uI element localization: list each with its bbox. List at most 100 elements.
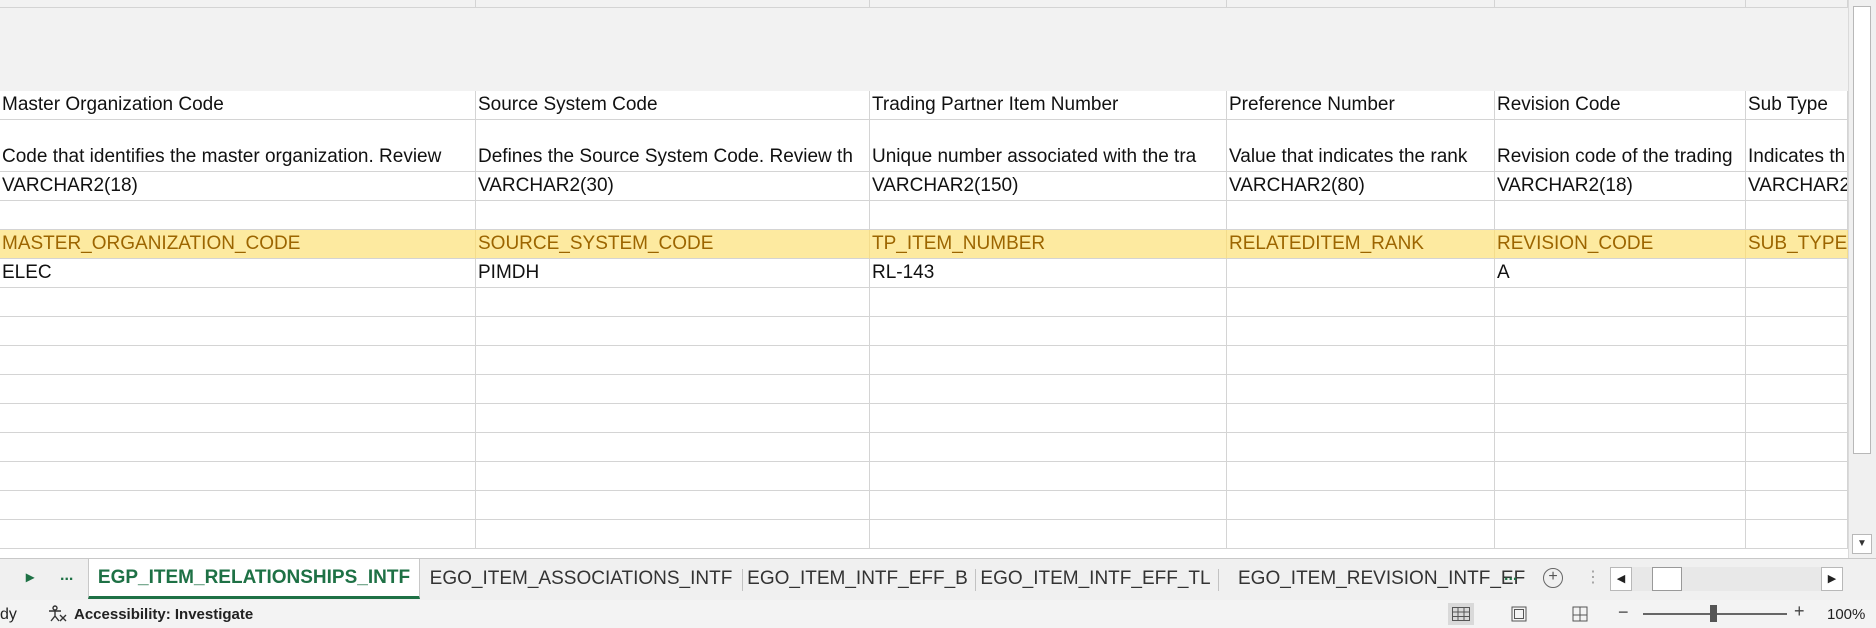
column-name-cell[interactable]: MASTER_ORGANIZATION_CODE — [0, 230, 476, 259]
grid-cell[interactable] — [1227, 0, 1495, 8]
header-cell[interactable]: Revision Code — [1495, 91, 1746, 120]
grid-cell[interactable] — [1227, 288, 1495, 317]
description-cell[interactable]: Unique number associated with the tra — [870, 120, 1227, 172]
header-cell[interactable]: Master Organization Code — [0, 91, 476, 120]
grid-cell[interactable] — [0, 346, 476, 375]
grid-cell[interactable] — [1746, 288, 1848, 317]
description-cell[interactable]: Defines the Source System Code. Review t… — [476, 120, 870, 172]
data-type-cell[interactable]: VARCHAR2(80) — [1227, 172, 1495, 201]
grid-cell[interactable] — [0, 433, 476, 462]
normal-view-icon[interactable] — [1448, 603, 1474, 625]
grid-cell[interactable] — [1495, 201, 1746, 230]
grid-cell[interactable] — [870, 491, 1227, 520]
grid-cell[interactable] — [476, 288, 870, 317]
scroll-right-icon[interactable]: ▶ — [1821, 567, 1843, 591]
grid-cell[interactable] — [870, 462, 1227, 491]
data-cell[interactable]: A — [1495, 259, 1746, 288]
grid-cell[interactable] — [1495, 433, 1746, 462]
zoom-in-icon[interactable]: + — [1794, 601, 1805, 622]
column-name-cell[interactable]: SOURCE_SYSTEM_CODE — [476, 230, 870, 259]
data-cell[interactable]: RL-143 — [870, 259, 1227, 288]
data-type-cell[interactable]: VARCHAR2(30) — [476, 172, 870, 201]
grid-cell[interactable] — [476, 433, 870, 462]
grid-cell[interactable] — [476, 317, 870, 346]
description-cell[interactable]: Value that indicates the rank — [1227, 120, 1495, 172]
grid-cell[interactable] — [1495, 491, 1746, 520]
grid-cell[interactable] — [1746, 0, 1848, 8]
scroll-left-icon[interactable]: ◀ — [1610, 567, 1632, 591]
grid-cell[interactable] — [870, 520, 1227, 549]
grid-cell[interactable] — [476, 375, 870, 404]
grid-cell[interactable] — [1227, 491, 1495, 520]
grid-cell[interactable] — [0, 0, 476, 8]
grid-cell[interactable] — [0, 491, 476, 520]
data-type-cell[interactable]: VARCHAR2(150) — [870, 172, 1227, 201]
header-cell[interactable]: Trading Partner Item Number — [870, 91, 1227, 120]
more-sheets-right-button[interactable]: ... — [1504, 567, 1517, 585]
grid-cell[interactable] — [1746, 462, 1848, 491]
grid-cell[interactable] — [870, 404, 1227, 433]
grid-cell[interactable] — [1746, 375, 1848, 404]
grid-cell[interactable] — [476, 0, 870, 8]
spreadsheet-grid[interactable]: Master Organization Code Source System C… — [0, 0, 1848, 558]
grid-cell[interactable] — [870, 346, 1227, 375]
column-name-cell[interactable]: SUB_TYPE — [1746, 230, 1848, 259]
data-cell[interactable] — [1746, 259, 1848, 288]
grid-cell[interactable] — [476, 491, 870, 520]
grid-cell[interactable] — [1227, 433, 1495, 462]
grid-cell[interactable] — [1227, 404, 1495, 433]
grid-cell[interactable] — [0, 288, 476, 317]
grid-cell[interactable] — [0, 520, 476, 549]
page-layout-view-icon[interactable] — [1506, 603, 1532, 625]
column-name-cell[interactable]: TP_ITEM_NUMBER — [870, 230, 1227, 259]
zoom-out-icon[interactable]: − — [1618, 602, 1629, 623]
header-cell[interactable]: Source System Code — [476, 91, 870, 120]
grid-cell[interactable] — [1746, 346, 1848, 375]
description-cell[interactable]: Code that identifies the master organiza… — [0, 120, 476, 172]
sheet-tab-egp-item-relationships-intf[interactable]: EGP_ITEM_RELATIONSHIPS_INTF — [88, 559, 420, 599]
header-cell[interactable]: Preference Number — [1227, 91, 1495, 120]
grid-cell[interactable] — [0, 462, 476, 491]
grid-cell[interactable] — [1746, 433, 1848, 462]
page-break-preview-icon[interactable] — [1567, 603, 1593, 625]
grid-cell[interactable] — [870, 288, 1227, 317]
grid-cell[interactable] — [1495, 317, 1746, 346]
zoom-slider-thumb[interactable] — [1710, 605, 1717, 622]
horizontal-scrollbar[interactable]: ◀ ▶ — [1610, 567, 1843, 591]
accessibility-status-button[interactable]: Accessibility: Investigate — [46, 605, 253, 623]
column-name-cell[interactable]: RELATEDITEM_RANK — [1227, 230, 1495, 259]
sheet-tab-ego-item-associations-intf[interactable]: EGO_ITEM_ASSOCIATIONS_INTF — [430, 559, 733, 599]
grid-cell[interactable] — [1746, 317, 1848, 346]
description-cell[interactable]: Revision code of the trading — [1495, 120, 1746, 172]
splitter-handle-icon[interactable]: ⋮ — [1585, 567, 1601, 587]
grid-cell[interactable] — [870, 375, 1227, 404]
grid-cell[interactable] — [476, 520, 870, 549]
grid-cell[interactable] — [1495, 462, 1746, 491]
scroll-down-button[interactable]: ▼ — [1852, 534, 1872, 554]
horizontal-scroll-thumb[interactable] — [1652, 567, 1682, 591]
grid-cell[interactable] — [1227, 520, 1495, 549]
grid-cell[interactable] — [1746, 520, 1848, 549]
grid-cell[interactable] — [1495, 346, 1746, 375]
vertical-scroll-thumb[interactable] — [1853, 6, 1871, 454]
grid-cell[interactable] — [1495, 520, 1746, 549]
grid-cell[interactable] — [1495, 375, 1746, 404]
grid-cell[interactable] — [0, 375, 476, 404]
sheet-tab-ego-item-revision-intf-ef[interactable]: EGO_ITEM_REVISION_INTF_EF — [1226, 559, 1525, 599]
grid-cell[interactable] — [1227, 201, 1495, 230]
data-cell[interactable]: PIMDH — [476, 259, 870, 288]
grid-cell[interactable] — [0, 8, 1848, 91]
grid-cell[interactable] — [870, 201, 1227, 230]
grid-cell[interactable] — [870, 433, 1227, 462]
description-cell[interactable]: Indicates th — [1746, 120, 1848, 172]
data-cell[interactable] — [1227, 259, 1495, 288]
vertical-scrollbar[interactable]: ▼ — [1848, 0, 1876, 558]
data-type-cell[interactable]: VARCHAR2 — [1746, 172, 1848, 201]
grid-cell[interactable] — [0, 404, 476, 433]
grid-cell[interactable] — [476, 404, 870, 433]
grid-cell[interactable] — [1227, 317, 1495, 346]
data-type-cell[interactable]: VARCHAR2(18) — [0, 172, 476, 201]
grid-cell[interactable] — [870, 0, 1227, 8]
grid-cell[interactable] — [1746, 201, 1848, 230]
grid-cell[interactable] — [476, 462, 870, 491]
